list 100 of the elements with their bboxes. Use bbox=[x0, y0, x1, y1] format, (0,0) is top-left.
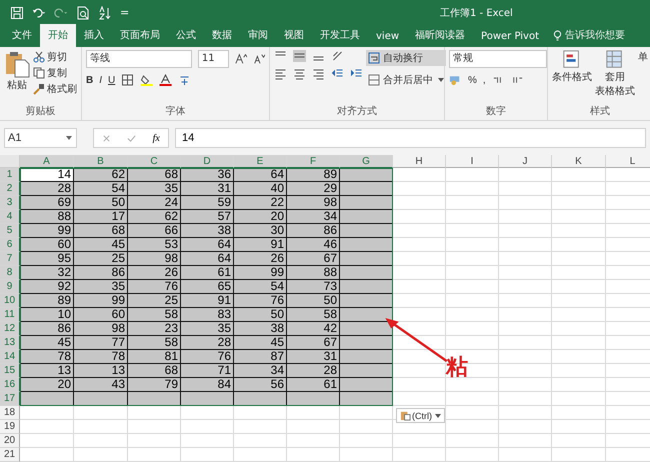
column-header[interactable]: B bbox=[74, 155, 128, 168]
align-middle-icon[interactable] bbox=[293, 50, 306, 62]
column-header[interactable]: K bbox=[552, 155, 606, 168]
table-cell bbox=[499, 252, 552, 266]
ribbon-tab[interactable]: 公式 bbox=[168, 24, 204, 47]
column-header[interactable]: D bbox=[181, 155, 234, 168]
merge-center-button[interactable]: 合并后居中 bbox=[366, 72, 446, 88]
column-header[interactable]: H bbox=[393, 155, 446, 168]
row-header[interactable]: 11 bbox=[0, 308, 20, 322]
sort-icon[interactable] bbox=[98, 6, 112, 20]
borders-icon[interactable] bbox=[121, 74, 134, 86]
row-header[interactable]: 2 bbox=[0, 182, 20, 196]
number-format-dropdown[interactable]: 常规 bbox=[449, 50, 547, 68]
align-left-icon[interactable] bbox=[274, 68, 287, 80]
format-painter-button[interactable]: 格式刷 bbox=[33, 82, 77, 96]
row-header[interactable]: 21 bbox=[0, 448, 20, 462]
italic-button[interactable]: I bbox=[99, 74, 102, 86]
row-header[interactable]: 1 bbox=[0, 168, 20, 182]
table-cell: 28 bbox=[287, 364, 340, 378]
ribbon-tab[interactable]: 文件 bbox=[4, 24, 40, 47]
column-header[interactable]: I bbox=[446, 155, 499, 168]
customize-button[interactable]: = bbox=[120, 6, 130, 19]
ribbon-tab[interactable]: 插入 bbox=[76, 24, 112, 47]
row-header[interactable]: 14 bbox=[0, 350, 20, 364]
formula-input[interactable]: 14 bbox=[175, 128, 646, 148]
tell-me-field[interactable]: 告诉我你想要 bbox=[565, 28, 625, 42]
cell-styles-button[interactable]: 单 bbox=[638, 50, 648, 104]
conditional-formatting-button[interactable]: 条件格式 bbox=[552, 50, 592, 104]
comma-button[interactable]: , bbox=[482, 74, 486, 86]
group-label: 数字 bbox=[485, 104, 507, 119]
ribbon-tab[interactable]: 开发工具 bbox=[312, 24, 368, 47]
table-cell: 77 bbox=[74, 336, 128, 350]
row-header[interactable]: 4 bbox=[0, 210, 20, 224]
row-header[interactable]: 20 bbox=[0, 434, 20, 448]
row-header[interactable]: 15 bbox=[0, 364, 20, 378]
column-header[interactable]: A bbox=[20, 155, 74, 168]
table-cell bbox=[446, 406, 499, 420]
copy-icon bbox=[33, 67, 45, 79]
row-header[interactable]: 6 bbox=[0, 238, 20, 252]
paste-button[interactable]: 粘贴 bbox=[4, 50, 30, 104]
table-cell bbox=[446, 294, 499, 308]
cut-button[interactable]: 剪切 bbox=[33, 50, 77, 64]
percent-button[interactable]: % bbox=[468, 74, 477, 86]
column-header[interactable]: E bbox=[234, 155, 287, 168]
ribbon-tab[interactable]: Power Pivot bbox=[473, 27, 547, 47]
align-center-icon[interactable] bbox=[293, 68, 306, 80]
font-color-icon[interactable] bbox=[159, 74, 172, 86]
column-header[interactable]: F bbox=[287, 155, 340, 168]
undo-icon[interactable] bbox=[32, 6, 46, 20]
ribbon-tab[interactable]: 审阅 bbox=[240, 24, 276, 47]
row-header[interactable]: 10 bbox=[0, 294, 20, 308]
ribbon-tab[interactable]: 福昕阅读器 bbox=[407, 24, 474, 47]
copy-button[interactable]: 复制 bbox=[33, 66, 77, 80]
font-size-dropdown[interactable]: 11 bbox=[198, 50, 229, 68]
ribbon-tab[interactable]: 开始 bbox=[40, 24, 76, 47]
row-header[interactable]: 7 bbox=[0, 252, 20, 266]
print-preview-icon[interactable] bbox=[76, 6, 90, 20]
table-cell bbox=[393, 182, 446, 196]
align-right-icon[interactable] bbox=[312, 68, 325, 80]
fill-color-icon[interactable] bbox=[140, 74, 154, 86]
phonetic-icon[interactable] bbox=[178, 74, 192, 86]
wrap-text-button[interactable]: 自动换行 bbox=[366, 50, 446, 66]
shrink-font-icon[interactable] bbox=[252, 53, 265, 65]
table-cell: 83 bbox=[181, 308, 234, 322]
format-as-table-button[interactable]: 套用 表格格式 bbox=[595, 50, 635, 104]
ribbon-tab[interactable]: view bbox=[368, 27, 408, 47]
table-cell bbox=[552, 252, 606, 266]
row-header[interactable]: 3 bbox=[0, 196, 20, 210]
row-header[interactable]: 13 bbox=[0, 336, 20, 350]
insert-function-button[interactable]: fx bbox=[152, 132, 160, 144]
table-cell bbox=[234, 406, 287, 420]
column-header[interactable]: G bbox=[340, 155, 393, 168]
ribbon-tab[interactable]: 数据 bbox=[204, 24, 240, 47]
row-header[interactable]: 5 bbox=[0, 224, 20, 238]
row-header[interactable]: 16 bbox=[0, 378, 20, 392]
ribbon-tab[interactable]: 视图 bbox=[276, 24, 312, 47]
table-icon bbox=[605, 50, 625, 70]
grow-font-icon[interactable] bbox=[234, 53, 247, 65]
table-cell: 91 bbox=[181, 294, 234, 308]
ribbon-tab[interactable]: 页面布局 bbox=[112, 24, 168, 47]
row-header[interactable]: 12 bbox=[0, 322, 20, 336]
check-icon[interactable] bbox=[127, 134, 136, 142]
orientation-icon[interactable] bbox=[331, 50, 344, 62]
save-icon[interactable] bbox=[10, 6, 24, 20]
font-name-dropdown[interactable]: 等线 bbox=[86, 50, 192, 68]
table-cell: 23 bbox=[128, 322, 181, 336]
row-header[interactable]: 8 bbox=[0, 266, 20, 280]
paste-options-button[interactable]: (Ctrl) bbox=[396, 408, 445, 423]
column-header[interactable]: C bbox=[128, 155, 181, 168]
table-cell bbox=[552, 308, 606, 322]
decrease-decimal-icon[interactable] bbox=[510, 74, 524, 86]
column-header[interactable]: J bbox=[499, 155, 552, 168]
row-header[interactable]: 17 bbox=[0, 392, 20, 406]
row-header[interactable]: 18 bbox=[0, 406, 20, 420]
row-header[interactable]: 19 bbox=[0, 420, 20, 434]
row-header[interactable]: 9 bbox=[0, 280, 20, 294]
name-box[interactable]: A1 bbox=[4, 128, 77, 148]
column-header[interactable]: L bbox=[606, 155, 650, 168]
bold-button[interactable]: B bbox=[86, 74, 94, 86]
underline-button[interactable]: U bbox=[108, 74, 116, 86]
